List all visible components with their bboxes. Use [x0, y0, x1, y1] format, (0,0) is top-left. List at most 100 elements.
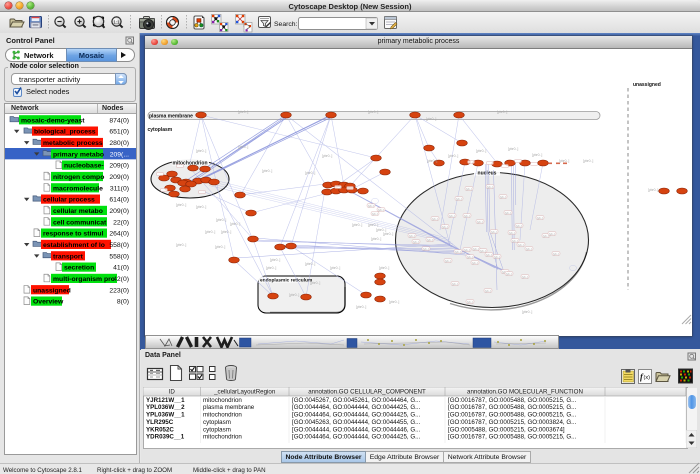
svg-text:[yb..]: [yb..]	[500, 195, 506, 199]
svg-text:cellular metabo: cellular metabo	[53, 208, 103, 215]
svg-text:[ybr0..]: [ybr0..]	[368, 223, 378, 227]
svg-text:[ybr0..]: [ybr0..]	[522, 310, 532, 314]
svg-text:[ybr0..]: [ybr0..]	[383, 232, 393, 236]
svg-text:unassigned: unassigned	[33, 287, 71, 294]
svg-text:[yb..]: [yb..]	[464, 248, 470, 252]
svg-text:[ybr0..]: [ybr0..]	[648, 188, 658, 192]
svg-text:41(0): 41(0)	[113, 264, 129, 271]
svg-text:multi-organism pro: multi-organism pro	[53, 276, 115, 283]
svg-text:[yb..]: [yb..]	[549, 232, 555, 236]
svg-text:[ybr0..]: [ybr0..]	[559, 159, 569, 163]
svg-text:YKR052C: YKR052C	[146, 426, 174, 433]
svg-text:[yb..]: [yb..]	[452, 282, 458, 286]
svg-text:[ybr0..]: [ybr0..]	[583, 159, 593, 163]
svg-text:[yb..]: [yb..]	[464, 214, 470, 218]
svg-text:[ybr0..]: [ybr0..]	[322, 154, 332, 158]
svg-text:[ybr0..]: [ybr0..]	[238, 110, 248, 114]
svg-text:[yb..]: [yb..]	[509, 231, 515, 235]
svg-text:[ybr0..]: [ybr0..]	[389, 300, 399, 304]
svg-text:614(0): 614(0)	[109, 196, 129, 203]
svg-text:[yb..]: [yb..]	[456, 197, 462, 201]
svg-text:[yb..]: [yb..]	[467, 255, 473, 259]
svg-text:[yb..]: [yb..]	[537, 216, 543, 220]
svg-text:[ybr0..]: [ybr0..]	[230, 222, 240, 226]
svg-text:8(0): 8(0)	[117, 298, 129, 305]
svg-text:ID: ID	[169, 389, 176, 396]
svg-text:[ybr0..]: [ybr0..]	[215, 245, 225, 249]
svg-text:[yb..]: [yb..]	[442, 225, 448, 229]
svg-text:[yb..]: [yb..]	[423, 247, 429, 251]
svg-text:[yb..]: [yb..]	[368, 204, 374, 208]
svg-text:Search:: Search:	[274, 21, 298, 28]
svg-text:nitrogen compo: nitrogen compo	[53, 174, 104, 181]
svg-text:[GO:0016787, GO:0005215, GO:00: [GO:0016787, GO:0005215, GO:0003824, G..…	[448, 419, 577, 426]
svg-text:[GO:0016787, GO:0005488, GO:00: [GO:0016787, GO:0005488, GO:0005215, G..…	[448, 412, 577, 419]
svg-text:[ybr0..]: [ybr0..]	[205, 230, 215, 234]
svg-text:[yb..]: [yb..]	[378, 208, 384, 212]
svg-text:nucleobase-: nucleobase-	[64, 162, 104, 169]
svg-text:[GO:0044464, GO:0044444, GO:00: [GO:0044464, GO:0044444, GO:0044425, G..…	[292, 434, 421, 441]
svg-text:[ybr0..]: [ybr0..]	[508, 147, 518, 151]
svg-text:[ybr0..]: [ybr0..]	[532, 153, 542, 157]
svg-text:[ybr0..]: [ybr0..]	[176, 203, 186, 207]
svg-text:[GO:0044464, GO:0044444, GO:00: [GO:0044464, GO:0044444, GO:0044425, G..…	[292, 404, 421, 411]
svg-text:209(0): 209(0)	[109, 208, 129, 215]
svg-text:1:1: 1:1	[113, 19, 120, 24]
svg-text:annotation.GO MOLECULAR_FUNCTI: annotation.GO MOLECULAR_FUNCTION	[467, 389, 583, 396]
svg-text:secretion: secretion	[64, 264, 94, 271]
svg-text:[yb..]: [yb..]	[455, 250, 461, 254]
svg-text:[GO:0005488, GO:0005215, GO:00: [GO:0005488, GO:0005215, GO:0003674]	[448, 426, 565, 433]
svg-text:209(0): 209(0)	[109, 174, 129, 181]
svg-text:311(0): 311(0)	[110, 185, 129, 192]
svg-text:[yb..]: [yb..]	[472, 261, 478, 265]
svg-text:mitochondrion: mitochondrion	[203, 412, 242, 419]
svg-text:264(0): 264(0)	[109, 230, 129, 237]
svg-text:YPL036W__2: YPL036W__2	[146, 404, 185, 411]
svg-text:[yb..]: [yb..]	[553, 252, 559, 256]
svg-text:[GO:0016787, GO:0005488, GO:00: [GO:0016787, GO:0005488, GO:0005215, G..…	[448, 404, 577, 411]
svg-text:[GO:0045263, GO:0044444, GO:00: [GO:0045263, GO:0044444, GO:0044455, G..…	[292, 419, 421, 426]
svg-text:[ybr0..]: [ybr0..]	[310, 281, 320, 285]
svg-text:cytoplasm: cytoplasm	[203, 426, 231, 433]
svg-text:558(0): 558(0)	[109, 242, 129, 249]
svg-text:[yb..]: [yb..]	[473, 247, 479, 251]
svg-text:cell communicat: cell communicat	[53, 219, 107, 226]
svg-text:[ybr0..]: [ybr0..]	[270, 258, 280, 262]
svg-text:[ybr0..]: [ybr0..]	[305, 171, 315, 175]
svg-text:biological_process: biological_process	[34, 128, 96, 135]
svg-text:YLR295C: YLR295C	[146, 419, 174, 426]
svg-text:[ybr0..]: [ybr0..]	[448, 154, 458, 158]
svg-text:[ybr0..]: [ybr0..]	[352, 223, 362, 227]
svg-text:[yb..]: [yb..]	[516, 224, 522, 228]
svg-text:[ybr0..]: [ybr0..]	[476, 149, 486, 153]
svg-text:[yb..]: [yb..]	[491, 230, 497, 234]
svg-text:[ybr0..]: [ybr0..]	[266, 266, 276, 270]
svg-text:280(0): 280(0)	[109, 140, 129, 147]
svg-text:[ybr0..]: [ybr0..]	[426, 117, 436, 121]
svg-text:[yb..]: [yb..]	[485, 289, 491, 293]
svg-text:Overview: Overview	[33, 298, 64, 305]
svg-text:annotation.GO CELLULAR_COMPONE: annotation.GO CELLULAR_COMPONENT	[308, 389, 426, 396]
svg-text:[GO:0044444, GO:0044444, GO:00: [GO:0044444, GO:0044444, GO:0044446, G..…	[292, 426, 421, 433]
svg-text:[yb..]: [yb..]	[432, 217, 438, 221]
svg-text:[ybr0..]: [ybr0..]	[356, 305, 366, 309]
svg-text:response to stimul: response to stimul	[43, 230, 104, 237]
svg-text:[ybr0..]: [ybr0..]	[196, 149, 206, 153]
svg-text:22(0): 22(0)	[113, 219, 129, 226]
svg-text:[yb..]: [yb..]	[466, 187, 472, 191]
svg-text:[ybr0..]: [ybr0..]	[289, 293, 299, 297]
svg-text:[GO:0045267, GO:0045261, GO:00: [GO:0045267, GO:0045261, GO:0044464, G..…	[292, 397, 421, 404]
svg-text:mitochondrion: mitochondrion	[203, 434, 242, 441]
svg-text:874(0): 874(0)	[109, 117, 129, 124]
svg-text:[yb..]: [yb..]	[505, 211, 511, 215]
svg-text:[yb..]: [yb..]	[506, 272, 512, 276]
svg-text:[yb..]: [yb..]	[477, 220, 483, 224]
svg-text:[ybr0..]: [ybr0..]	[262, 169, 272, 173]
svg-text:[ybr0..]: [ybr0..]	[216, 218, 226, 222]
svg-text:[yb..]: [yb..]	[518, 243, 524, 247]
svg-text:[ybr0..]: [ybr0..]	[371, 237, 381, 241]
svg-text:[ybr0..]: [ybr0..]	[497, 110, 507, 114]
svg-text:[yb..]: [yb..]	[522, 275, 528, 279]
svg-text:209(...: 209(...	[110, 151, 129, 158]
svg-text:[ybr0..]: [ybr0..]	[238, 145, 248, 149]
